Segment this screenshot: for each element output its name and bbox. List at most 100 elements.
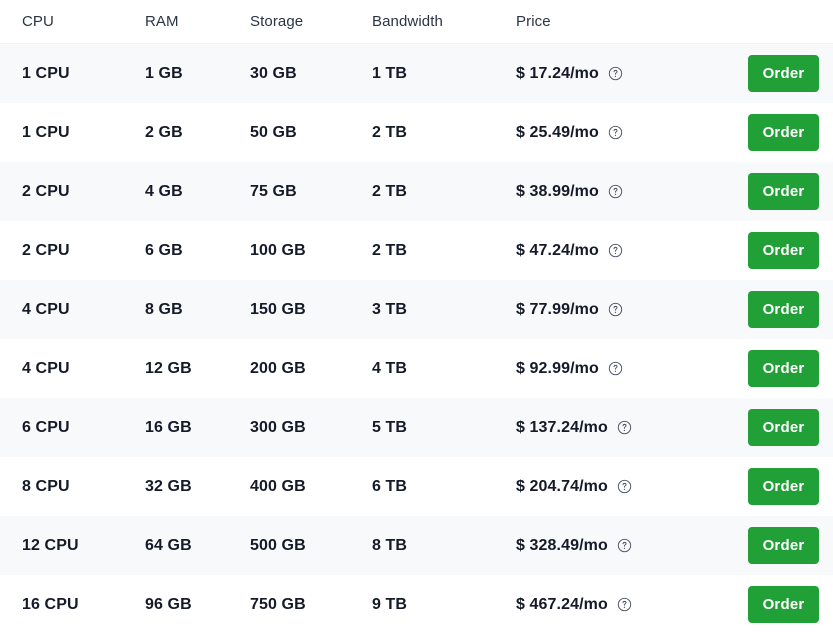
column-header-ram: RAM — [145, 13, 179, 30]
cell-bandwidth: 5 TB — [372, 418, 408, 436]
cell-cpu: 8 CPU — [22, 477, 70, 495]
table-body: 1 CPU 1 GB 30 GB 1 TB $ 17.24/mo Order 1 CPU 2 … — [0, 44, 833, 634]
cell-cpu: 2 CPU — [22, 182, 70, 200]
price-text: $ 92.99/mo — [516, 359, 599, 377]
cell-cpu: 12 CPU — [22, 536, 79, 554]
price-text: $ 467.24/mo — [516, 595, 608, 613]
column-header-price: Price — [516, 13, 551, 30]
price-text: $ 47.24/mo — [516, 241, 599, 259]
cell-price: $ 25.49/mo — [516, 124, 748, 142]
cell-bandwidth: 8 TB — [372, 536, 408, 554]
cell-bandwidth: 6 TB — [372, 477, 408, 495]
cell-storage: 30 GB — [250, 64, 297, 82]
order-button[interactable]: Order — [748, 468, 819, 505]
cell-action: Order — [748, 409, 819, 446]
order-button[interactable]: Order — [748, 586, 819, 623]
cell-ram: 12 GB — [145, 359, 192, 377]
cell-action: Order — [748, 586, 819, 623]
table-row: 1 CPU 1 GB 30 GB 1 TB $ 17.24/mo Order — [0, 44, 833, 103]
cell-price: $ 467.24/mo — [516, 596, 748, 614]
cell-price: $ 17.24/mo — [516, 65, 748, 83]
help-circle-icon[interactable] — [608, 184, 623, 199]
cell-bandwidth: 2 TB — [372, 123, 408, 141]
cell-bandwidth: 1 TB — [372, 64, 408, 82]
table-row: 4 CPU 8 GB 150 GB 3 TB $ 77.99/mo Order — [0, 280, 833, 339]
cell-ram: 4 GB — [145, 182, 183, 200]
cell-price: $ 137.24/mo — [516, 419, 748, 437]
cell-cpu: 4 CPU — [22, 300, 70, 318]
cell-price: $ 204.74/mo — [516, 478, 748, 496]
help-circle-icon[interactable] — [608, 302, 623, 317]
cell-action: Order — [748, 527, 819, 564]
order-button[interactable]: Order — [748, 409, 819, 446]
cell-action: Order — [748, 468, 819, 505]
cell-cpu: 6 CPU — [22, 418, 70, 436]
table-row: 4 CPU 12 GB 200 GB 4 TB $ 92.99/mo Order — [0, 339, 833, 398]
order-button[interactable]: Order — [748, 55, 819, 92]
cell-bandwidth: 2 TB — [372, 241, 408, 259]
price-text: $ 137.24/mo — [516, 418, 608, 436]
cell-bandwidth: 4 TB — [372, 359, 408, 377]
column-header-cpu: CPU — [22, 13, 54, 30]
table-row: 12 CPU 64 GB 500 GB 8 TB $ 328.49/mo Order — [0, 516, 833, 575]
cell-storage: 750 GB — [250, 595, 306, 613]
order-button[interactable]: Order — [748, 232, 819, 269]
cell-bandwidth: 2 TB — [372, 182, 408, 200]
cell-cpu: 16 CPU — [22, 595, 79, 613]
cell-action: Order — [748, 232, 819, 269]
cell-bandwidth: 3 TB — [372, 300, 408, 318]
help-circle-icon[interactable] — [608, 243, 623, 258]
cell-price: $ 77.99/mo — [516, 301, 748, 319]
cell-storage: 400 GB — [250, 477, 306, 495]
cell-ram: 8 GB — [145, 300, 183, 318]
cell-action: Order — [748, 350, 819, 387]
cell-price: $ 92.99/mo — [516, 360, 748, 378]
cell-ram: 6 GB — [145, 241, 183, 259]
cell-price: $ 47.24/mo — [516, 242, 748, 260]
cell-action: Order — [748, 114, 819, 151]
table-row: 16 CPU 96 GB 750 GB 9 TB $ 467.24/mo Order — [0, 575, 833, 634]
price-text: $ 25.49/mo — [516, 123, 599, 141]
cell-storage: 500 GB — [250, 536, 306, 554]
table-header-row: CPU RAM Storage Bandwidth Price — [0, 0, 833, 44]
cell-bandwidth: 9 TB — [372, 595, 408, 613]
table-row: 2 CPU 6 GB 100 GB 2 TB $ 47.24/mo Order — [0, 221, 833, 280]
help-circle-icon[interactable] — [608, 361, 623, 376]
cell-ram: 1 GB — [145, 64, 183, 82]
cell-storage: 200 GB — [250, 359, 306, 377]
order-button[interactable]: Order — [748, 291, 819, 328]
cell-cpu: 4 CPU — [22, 359, 70, 377]
cell-storage: 150 GB — [250, 300, 306, 318]
cell-cpu: 1 CPU — [22, 123, 70, 141]
table-row: 8 CPU 32 GB 400 GB 6 TB $ 204.74/mo Order — [0, 457, 833, 516]
help-circle-icon[interactable] — [617, 597, 632, 612]
column-header-bandwidth: Bandwidth — [372, 13, 443, 30]
cell-storage: 300 GB — [250, 418, 306, 436]
price-text: $ 77.99/mo — [516, 300, 599, 318]
help-circle-icon[interactable] — [608, 125, 623, 140]
table-row: 1 CPU 2 GB 50 GB 2 TB $ 25.49/mo Order — [0, 103, 833, 162]
table-row: 6 CPU 16 GB 300 GB 5 TB $ 137.24/mo Order — [0, 398, 833, 457]
price-text: $ 38.99/mo — [516, 182, 599, 200]
help-circle-icon[interactable] — [608, 66, 623, 81]
help-circle-icon[interactable] — [617, 538, 632, 553]
help-circle-icon[interactable] — [617, 420, 632, 435]
order-button[interactable]: Order — [748, 173, 819, 210]
vps-pricing-table: CPU RAM Storage Bandwidth Price 1 CPU 1 G… — [0, 0, 833, 634]
cell-ram: 2 GB — [145, 123, 183, 141]
column-header-storage: Storage — [250, 13, 304, 30]
cell-ram: 64 GB — [145, 536, 192, 554]
order-button[interactable]: Order — [748, 350, 819, 387]
cell-action: Order — [748, 173, 819, 210]
cell-price: $ 38.99/mo — [516, 183, 748, 201]
cell-ram: 96 GB — [145, 595, 192, 613]
cell-storage: 50 GB — [250, 123, 297, 141]
table-row: 2 CPU 4 GB 75 GB 2 TB $ 38.99/mo Order — [0, 162, 833, 221]
cell-price: $ 328.49/mo — [516, 537, 748, 555]
cell-ram: 16 GB — [145, 418, 192, 436]
order-button[interactable]: Order — [748, 527, 819, 564]
help-circle-icon[interactable] — [617, 479, 632, 494]
cell-action: Order — [748, 55, 819, 92]
order-button[interactable]: Order — [748, 114, 819, 151]
cell-ram: 32 GB — [145, 477, 192, 495]
